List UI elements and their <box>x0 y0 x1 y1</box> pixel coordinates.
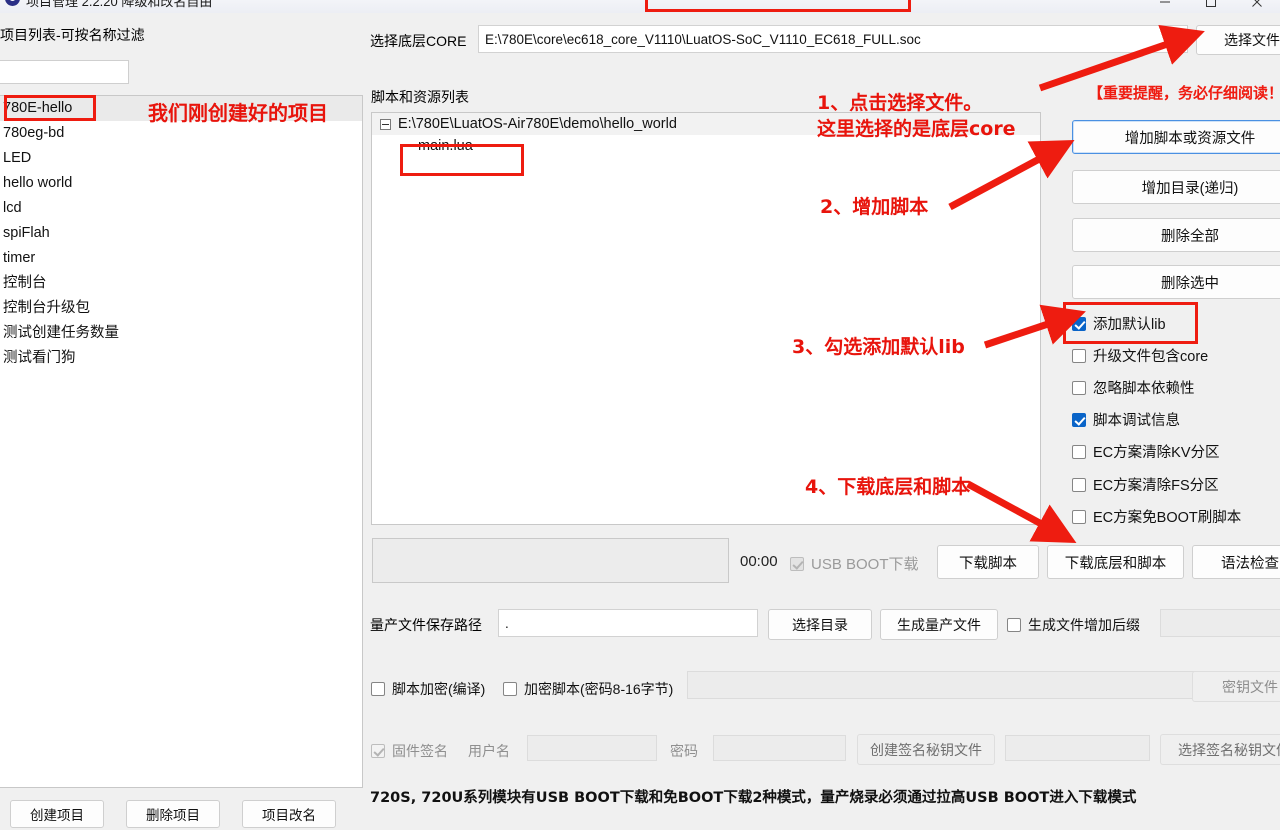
checkbox-label: 生成文件增加后缀 <box>1028 617 1140 633</box>
checkbox-include-core[interactable]: 升级文件包含core <box>1072 345 1208 366</box>
list-item[interactable]: timer <box>0 246 362 271</box>
checkbox-icon[interactable] <box>371 744 385 758</box>
checkbox-icon[interactable] <box>1072 348 1086 363</box>
checkbox-label: 脚本调试信息 <box>1093 413 1180 429</box>
list-item[interactable]: LED <box>0 146 362 171</box>
checkbox-usb-boot-download: USB BOOT下载 <box>790 553 919 574</box>
elapsed-timer: 00:00 <box>740 553 778 570</box>
signature-username-input[interactable] <box>527 735 657 761</box>
checkbox-bootless-flash-script[interactable]: EC方案免BOOT刷脚本 <box>1072 506 1241 527</box>
list-item[interactable]: lcd <box>0 196 362 221</box>
app-logo-icon <box>5 0 20 6</box>
checkbox-label: EC方案清除KV分区 <box>1093 445 1220 461</box>
list-item[interactable]: 控制台升级包 <box>0 296 362 321</box>
checkbox-icon[interactable] <box>1007 618 1021 632</box>
signature-password-input[interactable] <box>713 735 846 761</box>
checkbox-firmware-signature[interactable]: 固件签名 <box>371 741 448 761</box>
checkbox-script-compile-encrypt[interactable]: 脚本加密(编译) <box>371 679 485 699</box>
syntax-check-button[interactable]: 语法检查 <box>1192 545 1280 579</box>
checkbox-icon[interactable] <box>503 682 517 696</box>
minimize-icon[interactable] <box>1142 0 1188 13</box>
annotation-step-4: 4、下载底层和脚本 <box>805 476 971 498</box>
window-title: 项目管理 2.2.20 降级和改名自由 <box>26 0 213 9</box>
window-controls <box>1142 0 1280 13</box>
list-item[interactable]: hello world <box>0 171 362 196</box>
checkbox-icon <box>790 556 804 571</box>
checkbox-icon[interactable] <box>1072 509 1086 524</box>
key-file-button[interactable]: 密钥文件 <box>1192 671 1280 702</box>
signature-username-label: 用户名 <box>468 743 510 759</box>
delete-all-button[interactable]: 删除全部 <box>1072 218 1280 252</box>
core-label: 选择底层CORE <box>370 33 467 49</box>
checkbox-label: 加密脚本(密码8-16字节) <box>524 681 674 697</box>
footnote-text: 720S, 720U系列模块有USB BOOT下载和免BOOT下载2种模式，量产… <box>370 790 1137 806</box>
progress-bar <box>372 538 729 583</box>
signature-password-label: 密码 <box>670 743 698 759</box>
checkbox-label: 升级文件包含core <box>1093 349 1209 365</box>
encryption-password-input[interactable] <box>687 671 1214 699</box>
add-script-or-resource-button[interactable]: 增加脚本或资源文件 <box>1072 120 1280 154</box>
checkbox-label: USB BOOT下载 <box>811 556 919 573</box>
signature-key-path-input[interactable] <box>1005 735 1150 761</box>
mass-production-path-label: 量产文件保存路径 <box>370 617 482 633</box>
checkbox-icon[interactable] <box>1072 444 1086 459</box>
collapse-toggle-icon[interactable] <box>380 118 391 130</box>
annotation-step-1-line-2: 这里选择的是底层core <box>817 118 1016 140</box>
core-path-input[interactable] <box>478 25 1188 53</box>
checkbox-icon[interactable] <box>1072 477 1086 492</box>
checkbox-clear-fs-partition[interactable]: EC方案清除FS分区 <box>1072 474 1219 495</box>
checkbox-label: 固件签名 <box>392 743 448 759</box>
select-signature-key-button[interactable]: 选择签名秘钥文件 <box>1160 734 1280 765</box>
annotation-box-selected-project <box>4 95 96 121</box>
annotation-step-1-line-1: 1、点击选择文件。 <box>817 92 983 114</box>
checkbox-ignore-dependency[interactable]: 忽略脚本依赖性 <box>1072 377 1195 398</box>
annotation-box-default-lib <box>1063 302 1198 344</box>
checkbox-icon[interactable] <box>1072 412 1086 427</box>
add-directory-recursive-button[interactable]: 增加目录(递归) <box>1072 170 1280 204</box>
generate-mass-production-file-button[interactable]: 生成量产文件 <box>880 609 998 640</box>
checkbox-label: 脚本加密(编译) <box>392 681 486 697</box>
annotation-box-core-field <box>645 0 911 12</box>
checkbox-label: 忽略脚本依赖性 <box>1093 381 1195 397</box>
annotation-sidebar: 我们刚创建好的项目 <box>148 101 328 125</box>
checkbox-script-debug-info[interactable]: 脚本调试信息 <box>1072 409 1180 430</box>
checkbox-icon[interactable] <box>371 682 385 696</box>
checkbox-icon[interactable] <box>1072 380 1086 395</box>
checkbox-label: EC方案免BOOT刷脚本 <box>1093 510 1242 526</box>
annotation-box-mainlua <box>400 144 524 176</box>
create-project-button[interactable]: 创建项目 <box>10 800 104 828</box>
project-list-label: 项目列表-可按名称过滤 <box>0 27 145 43</box>
list-item[interactable]: 测试看门狗 <box>0 346 362 371</box>
checkbox-add-filename-suffix[interactable]: 生成文件增加后缀 <box>1007 615 1140 635</box>
filename-suffix-input[interactable] <box>1160 609 1280 637</box>
project-actions: 创建项目 删除项目 项目改名 <box>0 800 369 830</box>
checkbox-encrypt-script[interactable]: 加密脚本(密码8-16字节) <box>503 679 673 699</box>
title-bar: 项目管理 2.2.20 降级和改名自由 <box>0 0 1280 13</box>
list-item[interactable]: 测试创建任务数量 <box>0 321 362 346</box>
download-core-and-script-button[interactable]: 下载底层和脚本 <box>1047 545 1184 579</box>
maximize-icon[interactable] <box>1188 0 1234 13</box>
list-item[interactable]: spiFlah <box>0 221 362 246</box>
checkbox-clear-kv-partition[interactable]: EC方案清除KV分区 <box>1072 441 1220 462</box>
delete-selected-button[interactable]: 删除选中 <box>1072 265 1280 299</box>
create-signature-key-button[interactable]: 创建签名秘钥文件 <box>857 734 995 765</box>
mass-production-path-input[interactable] <box>498 609 758 637</box>
delete-project-button[interactable]: 删除项目 <box>126 800 220 828</box>
rename-project-button[interactable]: 项目改名 <box>242 800 336 828</box>
annotation-step-3: 3、勾选添加默认lib <box>792 336 965 358</box>
annotation-step-2: 2、增加脚本 <box>820 196 929 218</box>
app-window: 项目管理 2.2.20 降级和改名自由 项目列表-可按名称过滤 780E-hel… <box>0 0 1280 828</box>
list-item[interactable]: 控制台 <box>0 271 362 296</box>
select-core-file-button[interactable]: 选择文件 <box>1196 25 1280 55</box>
tree-node-label: E:\780E\LuatOS-Air780E\demo\hello_world <box>398 116 677 132</box>
download-script-button[interactable]: 下载脚本 <box>937 545 1039 579</box>
choose-directory-button[interactable]: 选择目录 <box>768 609 872 640</box>
project-filter-input[interactable] <box>0 60 129 84</box>
script-resource-label: 脚本和资源列表 <box>371 89 469 105</box>
important-notice: 【重要提醒，务必仔细阅读！ <box>1088 84 1280 102</box>
checkbox-label: EC方案清除FS分区 <box>1093 478 1219 494</box>
project-list[interactable]: 780E-hello 780eg-bd LED hello world lcd … <box>0 95 363 788</box>
close-icon[interactable] <box>1234 0 1280 13</box>
